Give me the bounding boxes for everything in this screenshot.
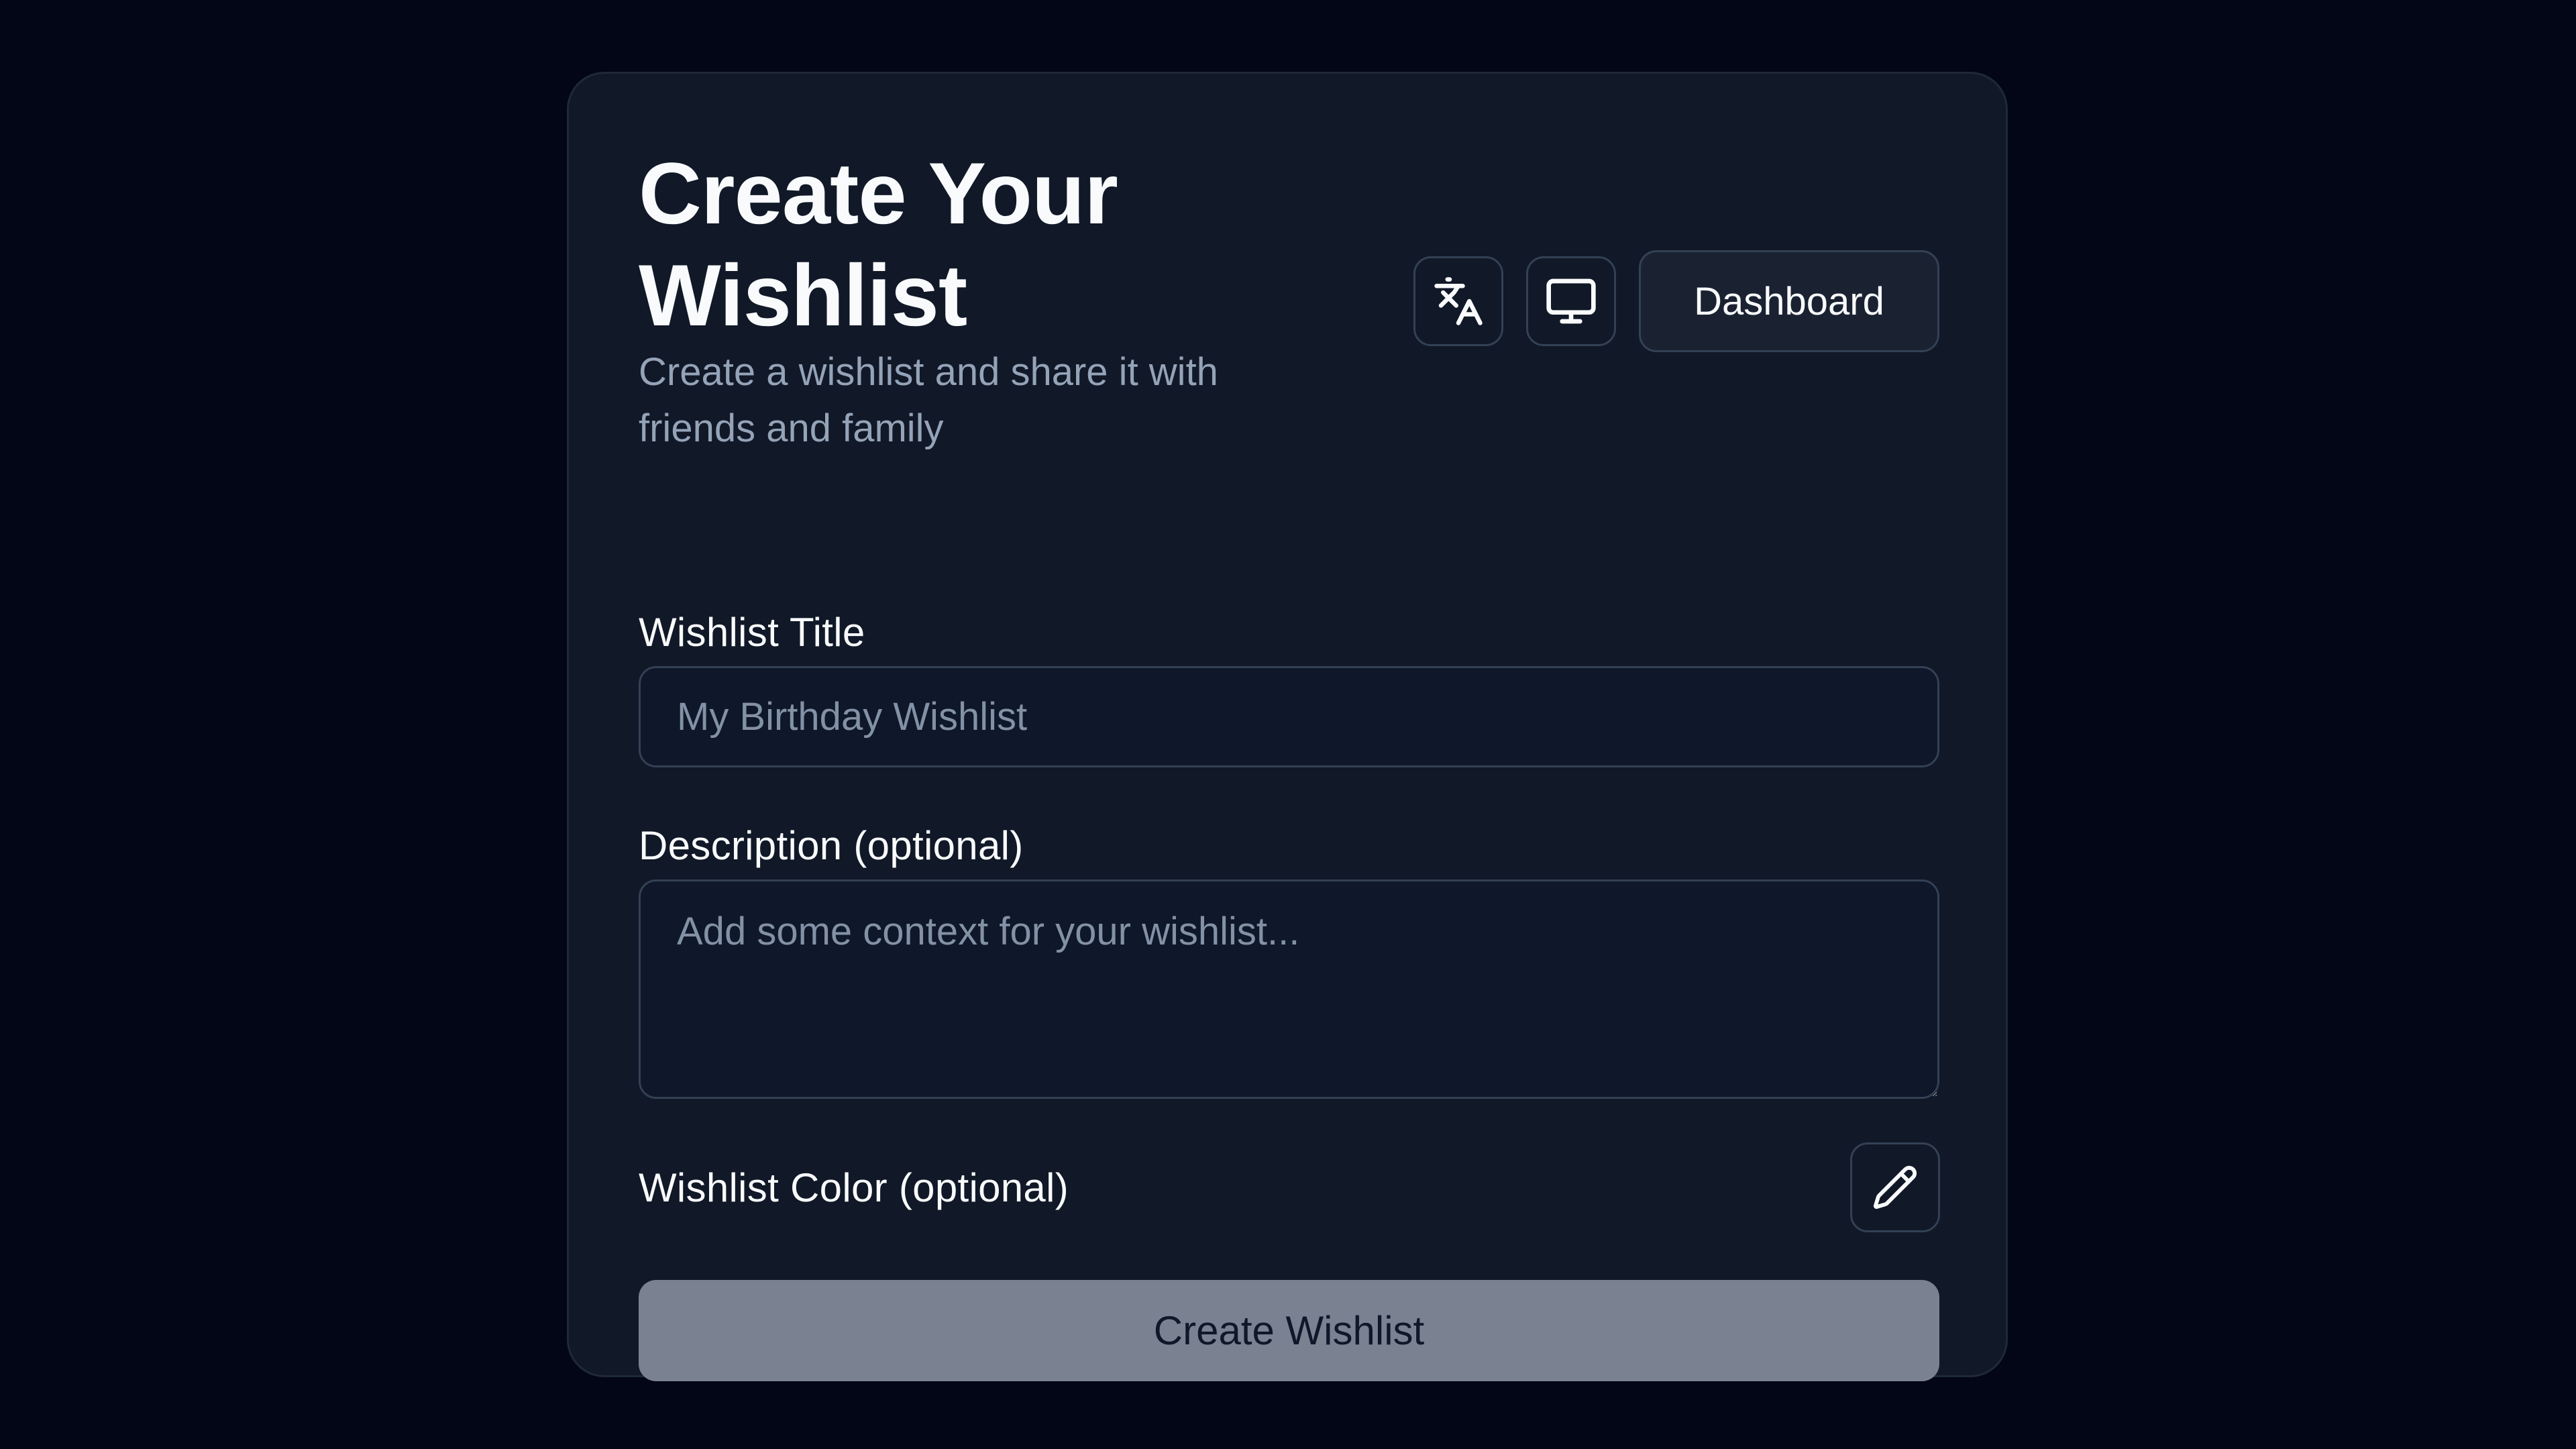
wishlist-title-label: Wishlist Title [639,610,865,655]
translate-icon [1432,275,1485,327]
theme-toggle-button[interactable] [1526,256,1616,346]
monitor-icon [1544,274,1598,328]
description-label: Description (optional) [639,823,1024,868]
wishlist-title-input[interactable] [639,666,1939,767]
language-button[interactable] [1413,256,1503,346]
color-picker-button[interactable] [1850,1142,1940,1232]
description-textarea[interactable] [639,879,1939,1099]
page-title: Create Your Wishlist [639,144,1118,344]
create-wishlist-button[interactable]: Create Wishlist [639,1280,1939,1381]
page-subtitle: Create a wishlist and share it with frie… [639,350,1218,450]
create-wishlist-card: Create Your Wishlist Create a wishlist a… [567,72,2008,1381]
dashboard-button[interactable]: Dashboard [1639,250,1939,352]
wishlist-color-label: Wishlist Color (optional) [639,1165,1069,1210]
pencil-icon [1872,1164,1919,1211]
